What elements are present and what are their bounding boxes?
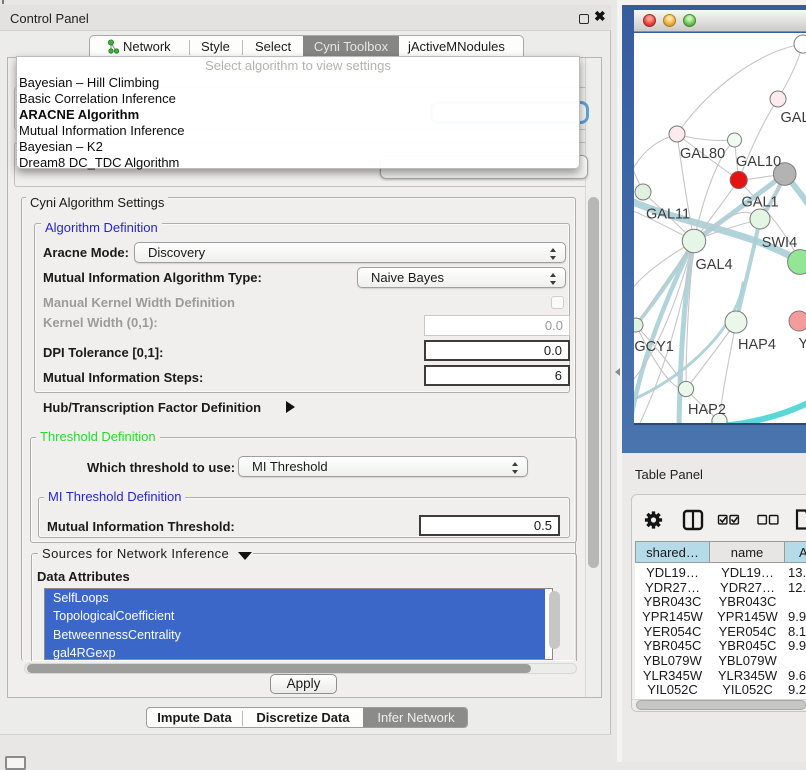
svg-text:GAL4: GAL4 [696,257,733,273]
svg-text:GAL10: GAL10 [736,154,781,170]
svg-text:GAL80: GAL80 [680,146,725,162]
svg-text:GCY1: GCY1 [634,339,674,355]
svg-text:HAP2: HAP2 [688,402,726,418]
svg-text:Y: Y [799,336,806,352]
svg-text:GAL11: GAL11 [646,207,690,223]
svg-text:SWI4: SWI4 [762,235,797,251]
svg-text:GAL2: GAL2 [781,110,806,126]
svg-text:HAP4: HAP4 [738,337,776,353]
svg-text:GAL1: GAL1 [742,195,779,211]
